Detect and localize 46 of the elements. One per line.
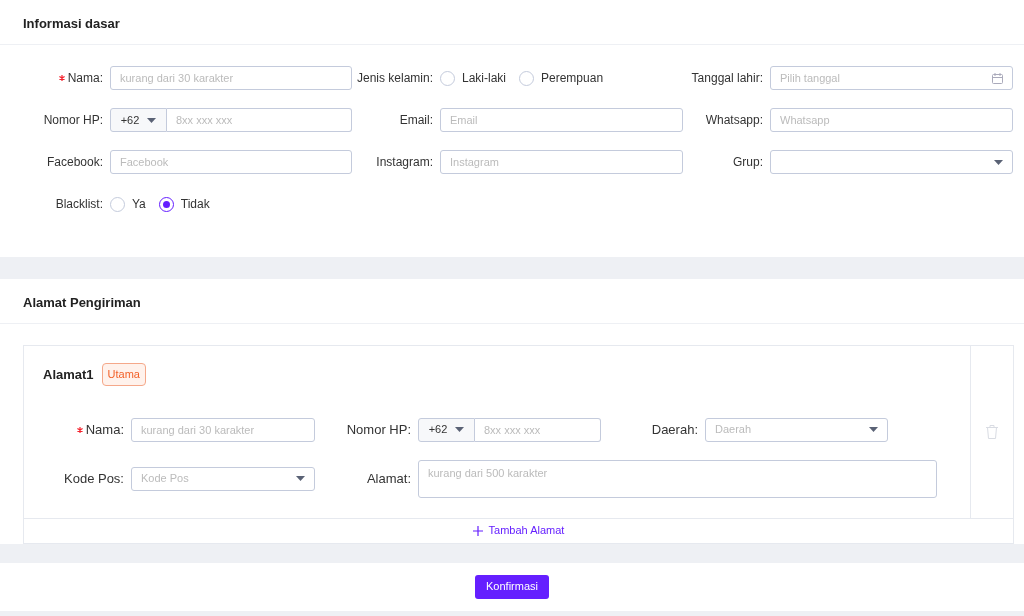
text-input[interactable]: kurang dari 30 karakter bbox=[131, 417, 315, 442]
primary-tag: Utama bbox=[101, 363, 146, 386]
text-input[interactable]: kurang dari 30 karakter bbox=[110, 66, 352, 90]
calendar-icon bbox=[992, 72, 1003, 84]
text-input[interactable]: Facebook bbox=[110, 150, 352, 174]
caret-icon bbox=[994, 159, 1003, 165]
field-label: Nomor HP: bbox=[43, 112, 103, 129]
field-label: Daerah: bbox=[651, 420, 698, 439]
field-label: Tanggal lahir: bbox=[691, 70, 763, 87]
field-label: Nama: bbox=[85, 420, 124, 439]
field-label: Grup: bbox=[733, 154, 763, 171]
caret-icon bbox=[296, 476, 305, 481]
section-title: Informasi dasar bbox=[23, 16, 120, 31]
address-title: Alamat1 bbox=[43, 365, 94, 384]
field-label: Instagram: bbox=[376, 154, 433, 171]
field-label: Nomor HP: bbox=[346, 420, 411, 439]
field-label: Nama: bbox=[67, 70, 103, 87]
radio-label: Ya bbox=[132, 196, 146, 213]
confirm-button[interactable]: Konfirmasi bbox=[475, 574, 549, 599]
radio-button[interactable] bbox=[158, 196, 174, 212]
field-label: Blacklist: bbox=[55, 196, 103, 213]
field-label: Jenis kelamin: bbox=[356, 70, 433, 87]
text-input[interactable]: Email bbox=[440, 108, 683, 132]
trash-icon[interactable] bbox=[986, 424, 998, 439]
field-label: Facebook: bbox=[46, 154, 103, 171]
caret-icon bbox=[455, 427, 465, 432]
plus-icon bbox=[472, 525, 483, 536]
caret-icon bbox=[869, 427, 878, 432]
radio-label: Tidak bbox=[180, 196, 210, 213]
text-input[interactable]: Whatsapp bbox=[770, 108, 1013, 132]
country-code-select[interactable]: +62 bbox=[418, 417, 475, 442]
section-title: Alamat Pengiriman bbox=[23, 295, 141, 310]
add-address-button[interactable]: Tambah Alamat bbox=[472, 522, 565, 539]
phone-input[interactable]: 8xx xxx xxx bbox=[475, 417, 601, 442]
text-input[interactable]: Instagram bbox=[440, 150, 683, 174]
field-label: Alamat: bbox=[366, 469, 411, 488]
select-field[interactable] bbox=[770, 150, 1013, 174]
radio-label: Perempuan bbox=[541, 70, 604, 87]
caret-icon bbox=[147, 117, 157, 123]
country-code-select[interactable]: +62 bbox=[110, 108, 167, 132]
address-textarea[interactable]: kurang dari 500 karakter bbox=[418, 459, 937, 498]
field-label: Email: bbox=[399, 112, 433, 129]
radio-label: Laki-laki bbox=[462, 70, 506, 87]
field-label: Whatsapp: bbox=[705, 112, 763, 129]
phone-input[interactable]: 8xx xxx xxx bbox=[167, 108, 352, 132]
field-label: Kode Pos: bbox=[64, 469, 124, 488]
